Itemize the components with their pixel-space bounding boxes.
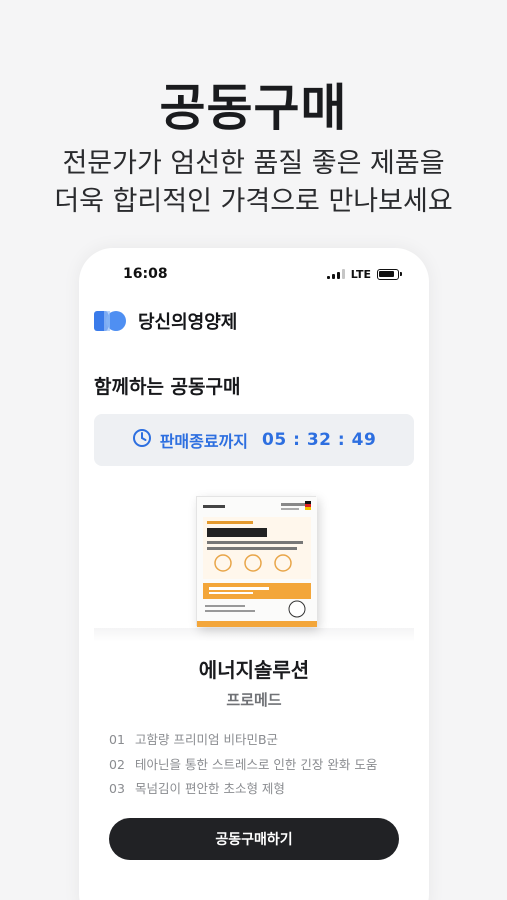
feature-text: 테아닌을 통한 스트레스로 인한 긴장 완화 도움 [135,756,378,772]
feature-list: 01 고함량 프리미엄 비타민B군 02 테아닌을 통한 스트레스로 인한 긴장… [109,728,377,802]
countdown-value: 05 : 32 : 49 [262,430,377,450]
product-box-image [196,496,317,627]
hero-subtitle-line-1: 전문가가 엄선한 품질 좋은 제품을 [62,148,445,179]
countdown-label: 판매종료까지 [159,432,249,451]
feature-item: 01 고함량 프리미엄 비타민B군 [109,728,377,753]
product-brand: 프로메드 [226,691,282,709]
signal-icon [326,269,345,279]
section-title: 함께하는 공동구매 [94,376,241,398]
feature-text: 목넘김이 편안한 초소형 제형 [135,781,285,796]
group-buy-button[interactable]: 공동구매하기 [109,818,399,860]
status-time: 16:08 [123,266,168,282]
phone-mockup: 16:08 LTE 당신의영양제 함께하는 공동구매 판매종료까지 05: 3… [79,248,429,900]
feature-item: 03 목넘김이 편안한 초소형 제형 [109,777,377,802]
feature-number: 01 [109,732,125,747]
sale-countdown: 판매종료까지 05 : 32 : 49 [94,414,414,466]
status-bar: 16:08 LTE [79,248,429,302]
product-name: 에너지솔루션 [198,658,310,682]
brand-logo-icon [94,309,130,333]
product-image-area[interactable] [94,478,414,648]
battery-icon [377,268,402,280]
brand-name: 당신의영양제 [138,312,238,333]
feature-text: 고함량 프리미엄 비타민B군 [135,732,279,747]
hero-subtitle: 전문가가 엄선한 품질 좋은 제품을 더욱 합리적인 가격으로 만나보세요 [0,145,507,221]
feature-number: 02 [109,756,125,772]
feature-number: 03 [109,781,125,796]
hero-subtitle-line-2: 더욱 합리적인 가격으로 만나보세요 [54,186,453,217]
product-shelf [94,628,414,642]
clock-icon [132,428,152,452]
status-indicators: LTE [326,267,402,281]
hero-title: 공동구매 [159,79,348,137]
brand-header[interactable]: 당신의영양제 [94,308,237,334]
feature-item: 02 테아닌을 통한 스트레스로 인한 긴장 완화 도움 [109,753,377,778]
network-type: LTE [350,267,371,281]
